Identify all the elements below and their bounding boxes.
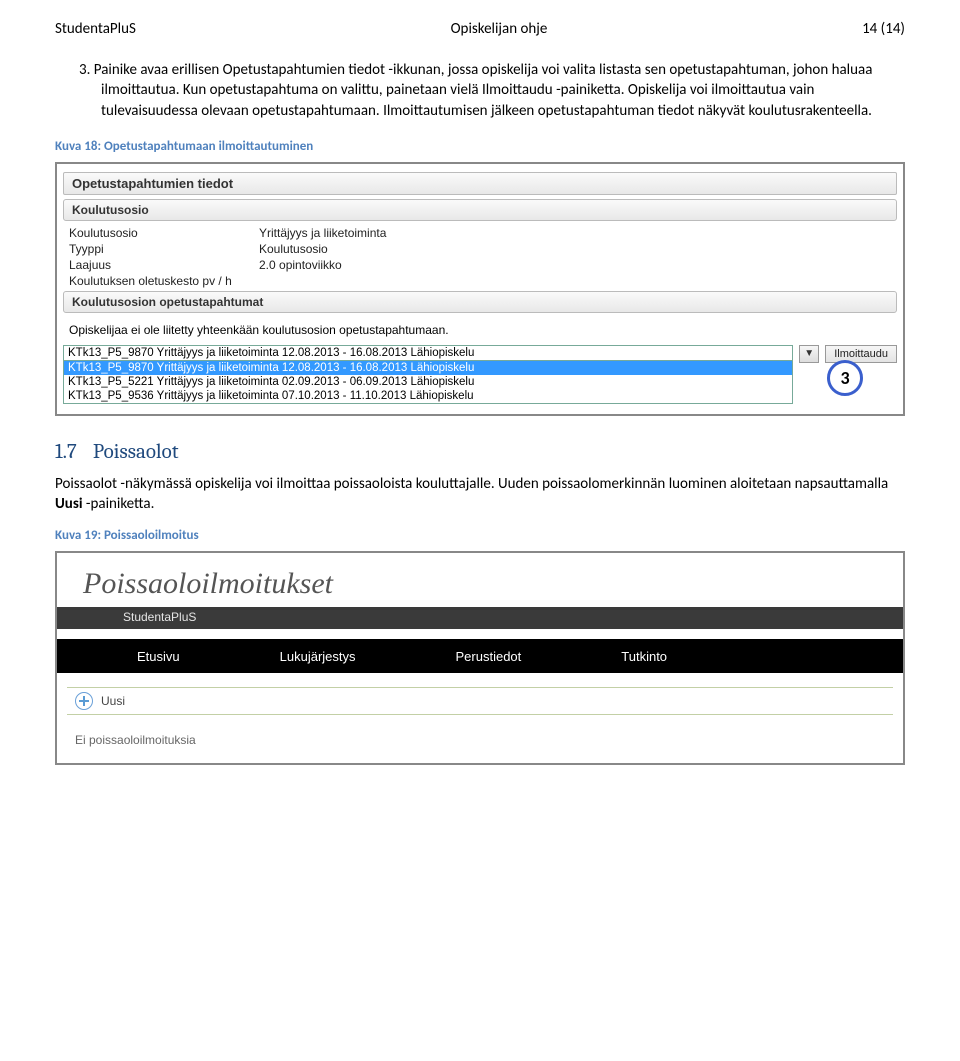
step-number: 3. [79,61,90,79]
section-koulutusosio-header: Koulutusosio [63,199,897,221]
enroll-button[interactable]: Ilmoittaudu [825,345,897,363]
field-value: Koulutusosio [259,242,328,256]
nav-item-lukujarjestys[interactable]: Lukujärjestys [230,649,406,664]
paragraph-poissaolot: Poissaolot -näkymässä opiskelija voi ilm… [55,474,905,515]
doc-title-center: Opiskelijan ohje [451,20,548,38]
field-value: Yrittäjyys ja liiketoiminta [259,226,386,240]
teaching-events-dialog: Opetustapahtumien tiedot Koulutusosio Ko… [55,162,905,416]
doc-page-num: 14 (14) [862,20,905,38]
no-events-notice: Opiskelijaa ei ole liitetty yhteenkään k… [63,317,897,343]
section-events-header: Koulutusosion opetustapahtumat [63,291,897,313]
event-option[interactable]: KTk13_P5_5221 Yrittäjyys ja liiketoimint… [64,375,792,389]
heading-text: Poissaolot [93,440,179,464]
para-bold: Uusi [55,495,83,513]
field-value: 2.0 opintoviikko [259,258,342,272]
event-select[interactable]: KTk13_P5_9870 Yrittäjyys ja liiketoimint… [63,345,793,404]
nav-item-etusivu[interactable]: Etusivu [87,649,230,664]
chevron-down-icon[interactable]: ▼ [799,345,819,363]
dialog-title: Opetustapahtumien tiedot [63,172,897,195]
no-absences-message: Ei poissaoloilmoituksia [57,715,903,751]
step-text: Painike avaa erillisen Opetustapahtumien… [94,61,873,120]
instruction-step: 3. Painike avaa erillisen Opetustapahtum… [55,60,905,121]
field-label: Koulutusosio [69,226,259,240]
page-title: Poissaoloilmoitukset [57,553,903,607]
new-absence-label: Uusi [101,694,125,708]
plus-icon [75,692,93,710]
figure-caption-19: Kuva 19: Poissaoloilmoitus [55,528,905,543]
field-label: Laajuus [69,258,259,272]
event-select-current[interactable]: KTk13_P5_9870 Yrittäjyys ja liiketoimint… [64,346,792,361]
absence-reports-view: Poissaoloilmoitukset StudentaPluS Etusiv… [55,551,905,765]
para-span: -painiketta. [83,495,155,513]
callout-badge: 3 [827,360,863,396]
heading-poissaolot: 1.7 Poissaolot [55,440,905,464]
figure-caption-18: Kuva 18: Opetustapahtumaan ilmoittautumi… [55,139,905,154]
para-span: Poissaolot -näkymässä opiskelija voi ilm… [55,475,888,493]
field-label: Tyyppi [69,242,259,256]
event-option[interactable]: KTk13_P5_9870 Yrittäjyys ja liiketoimint… [64,361,792,375]
nav-item-tutkinto[interactable]: Tutkinto [571,649,717,664]
new-absence-button[interactable]: Uusi [67,687,893,715]
field-label: Koulutuksen oletuskesto pv / h [69,274,259,288]
doc-title-left: StudentaPluS [55,20,136,38]
main-nav: Etusivu Lukujärjestys Perustiedot Tutkin… [57,639,903,673]
heading-number: 1.7 [55,440,77,464]
app-subtitle-bar: StudentaPluS [57,607,903,629]
event-option[interactable]: KTk13_P5_9536 Yrittäjyys ja liiketoimint… [64,389,792,403]
nav-item-perustiedot[interactable]: Perustiedot [406,649,572,664]
